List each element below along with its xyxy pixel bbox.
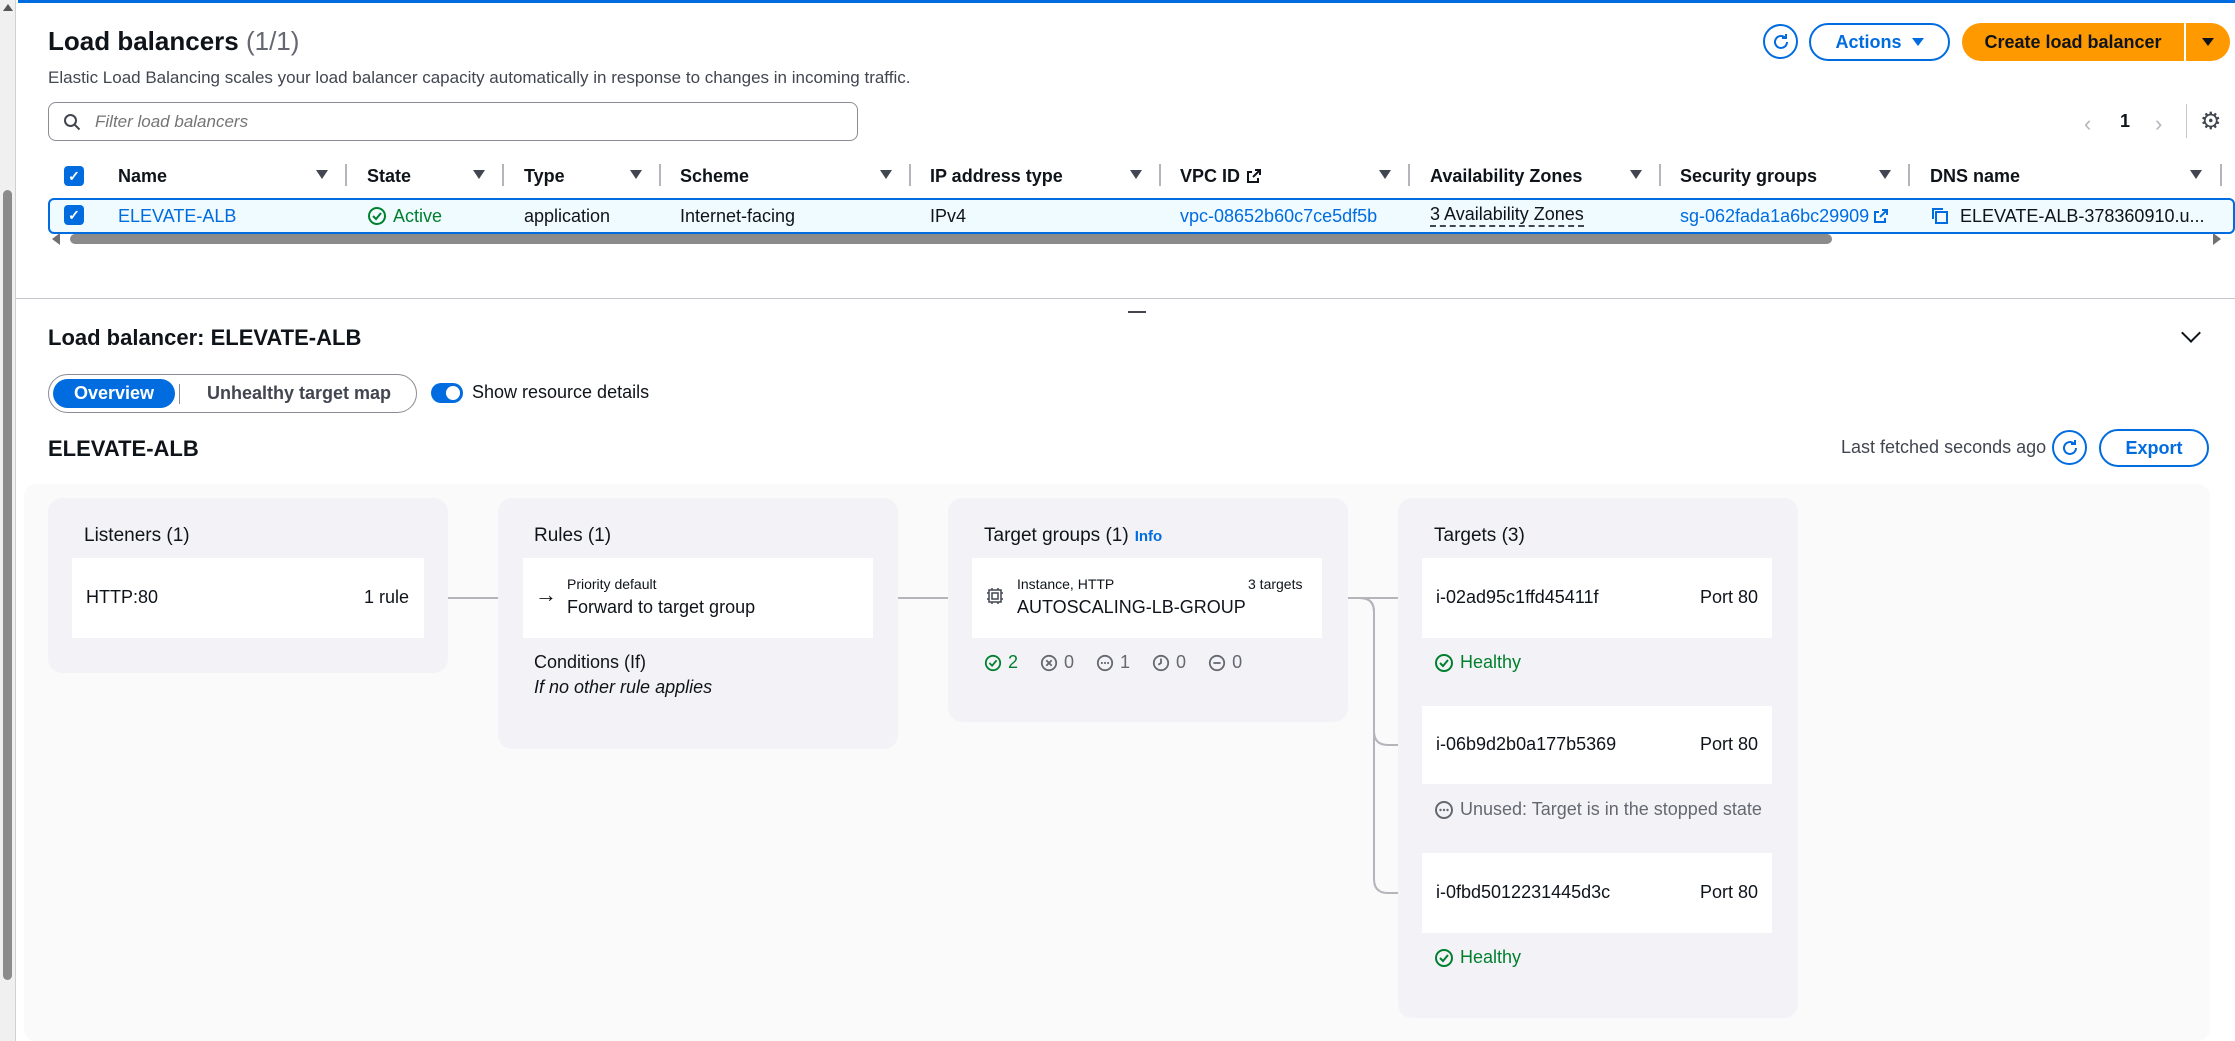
listeners-title: Listeners (1) bbox=[84, 525, 190, 546]
target-group-kind: Instance, HTTP bbox=[1017, 576, 1115, 592]
target-group-name: AUTOSCALING-LB-GROUP bbox=[1017, 597, 1246, 617]
rule-priority: Priority default bbox=[567, 576, 657, 592]
unused-icon bbox=[1096, 654, 1114, 671]
info-link[interactable]: Info bbox=[1135, 528, 1163, 545]
target-status: Unused: Target is in the stopped state bbox=[1434, 799, 1762, 820]
healthy-icon bbox=[1435, 948, 1453, 967]
target-health-stats: 2 0 1 0 0 bbox=[984, 652, 1242, 673]
target-status-text: Unused: Target is in the stopped state bbox=[1460, 799, 1762, 819]
healthy-icon bbox=[1435, 653, 1453, 672]
stat-unhealthy-count: 0 bbox=[1064, 652, 1075, 672]
target-status: Healthy bbox=[1434, 947, 1521, 968]
target-groups-heading: Target groups (1) Info bbox=[984, 525, 1162, 547]
unused-icon bbox=[1435, 800, 1453, 819]
target-id: i-0fbd5012231445d3c bbox=[1436, 882, 1611, 902]
stat-draining: 0 bbox=[1208, 652, 1242, 673]
conditions-title: Conditions (If) bbox=[534, 652, 647, 672]
targets-title: Targets (3) bbox=[1434, 525, 1525, 546]
draining-icon bbox=[1208, 654, 1226, 671]
stat-initial: 0 bbox=[1152, 652, 1186, 673]
target-id: i-06b9d2b0a177b5369 bbox=[1436, 734, 1617, 754]
listener-rules: 1 rule bbox=[364, 587, 410, 607]
stat-initial-count: 0 bbox=[1176, 652, 1187, 672]
target-status: Healthy bbox=[1434, 652, 1521, 673]
arrow-right-icon: → bbox=[535, 582, 557, 607]
stat-unused: 1 bbox=[1096, 652, 1130, 673]
healthy-icon bbox=[984, 654, 1002, 671]
target-port: Port 80 bbox=[1700, 734, 1759, 754]
rule-action: Forward to target group bbox=[567, 597, 756, 617]
stat-unused-count: 1 bbox=[1120, 652, 1131, 672]
rules-title: Rules (1) bbox=[534, 525, 612, 546]
stat-unhealthy: 0 bbox=[1040, 652, 1074, 673]
target-status-text: Healthy bbox=[1460, 947, 1522, 967]
target-port: Port 80 bbox=[1700, 587, 1759, 607]
target-id: i-02ad95c1ffd45411f bbox=[1436, 587, 1599, 607]
target-group-icon bbox=[987, 588, 1003, 604]
listener-protocol: HTTP:80 bbox=[86, 587, 159, 607]
stat-draining-count: 0 bbox=[1232, 652, 1243, 672]
target-port: Port 80 bbox=[1700, 882, 1759, 902]
conditions-text: If no other rule applies bbox=[534, 677, 713, 697]
stat-healthy-count: 2 bbox=[1008, 652, 1019, 672]
clock-icon bbox=[1152, 654, 1170, 671]
target-status-text: Healthy bbox=[1460, 652, 1522, 672]
stat-healthy: 2 bbox=[984, 652, 1018, 673]
target-groups-title: Target groups (1) bbox=[984, 525, 1129, 546]
target-group-count: 3 targets bbox=[1248, 576, 1303, 592]
unhealthy-icon bbox=[1040, 654, 1058, 671]
